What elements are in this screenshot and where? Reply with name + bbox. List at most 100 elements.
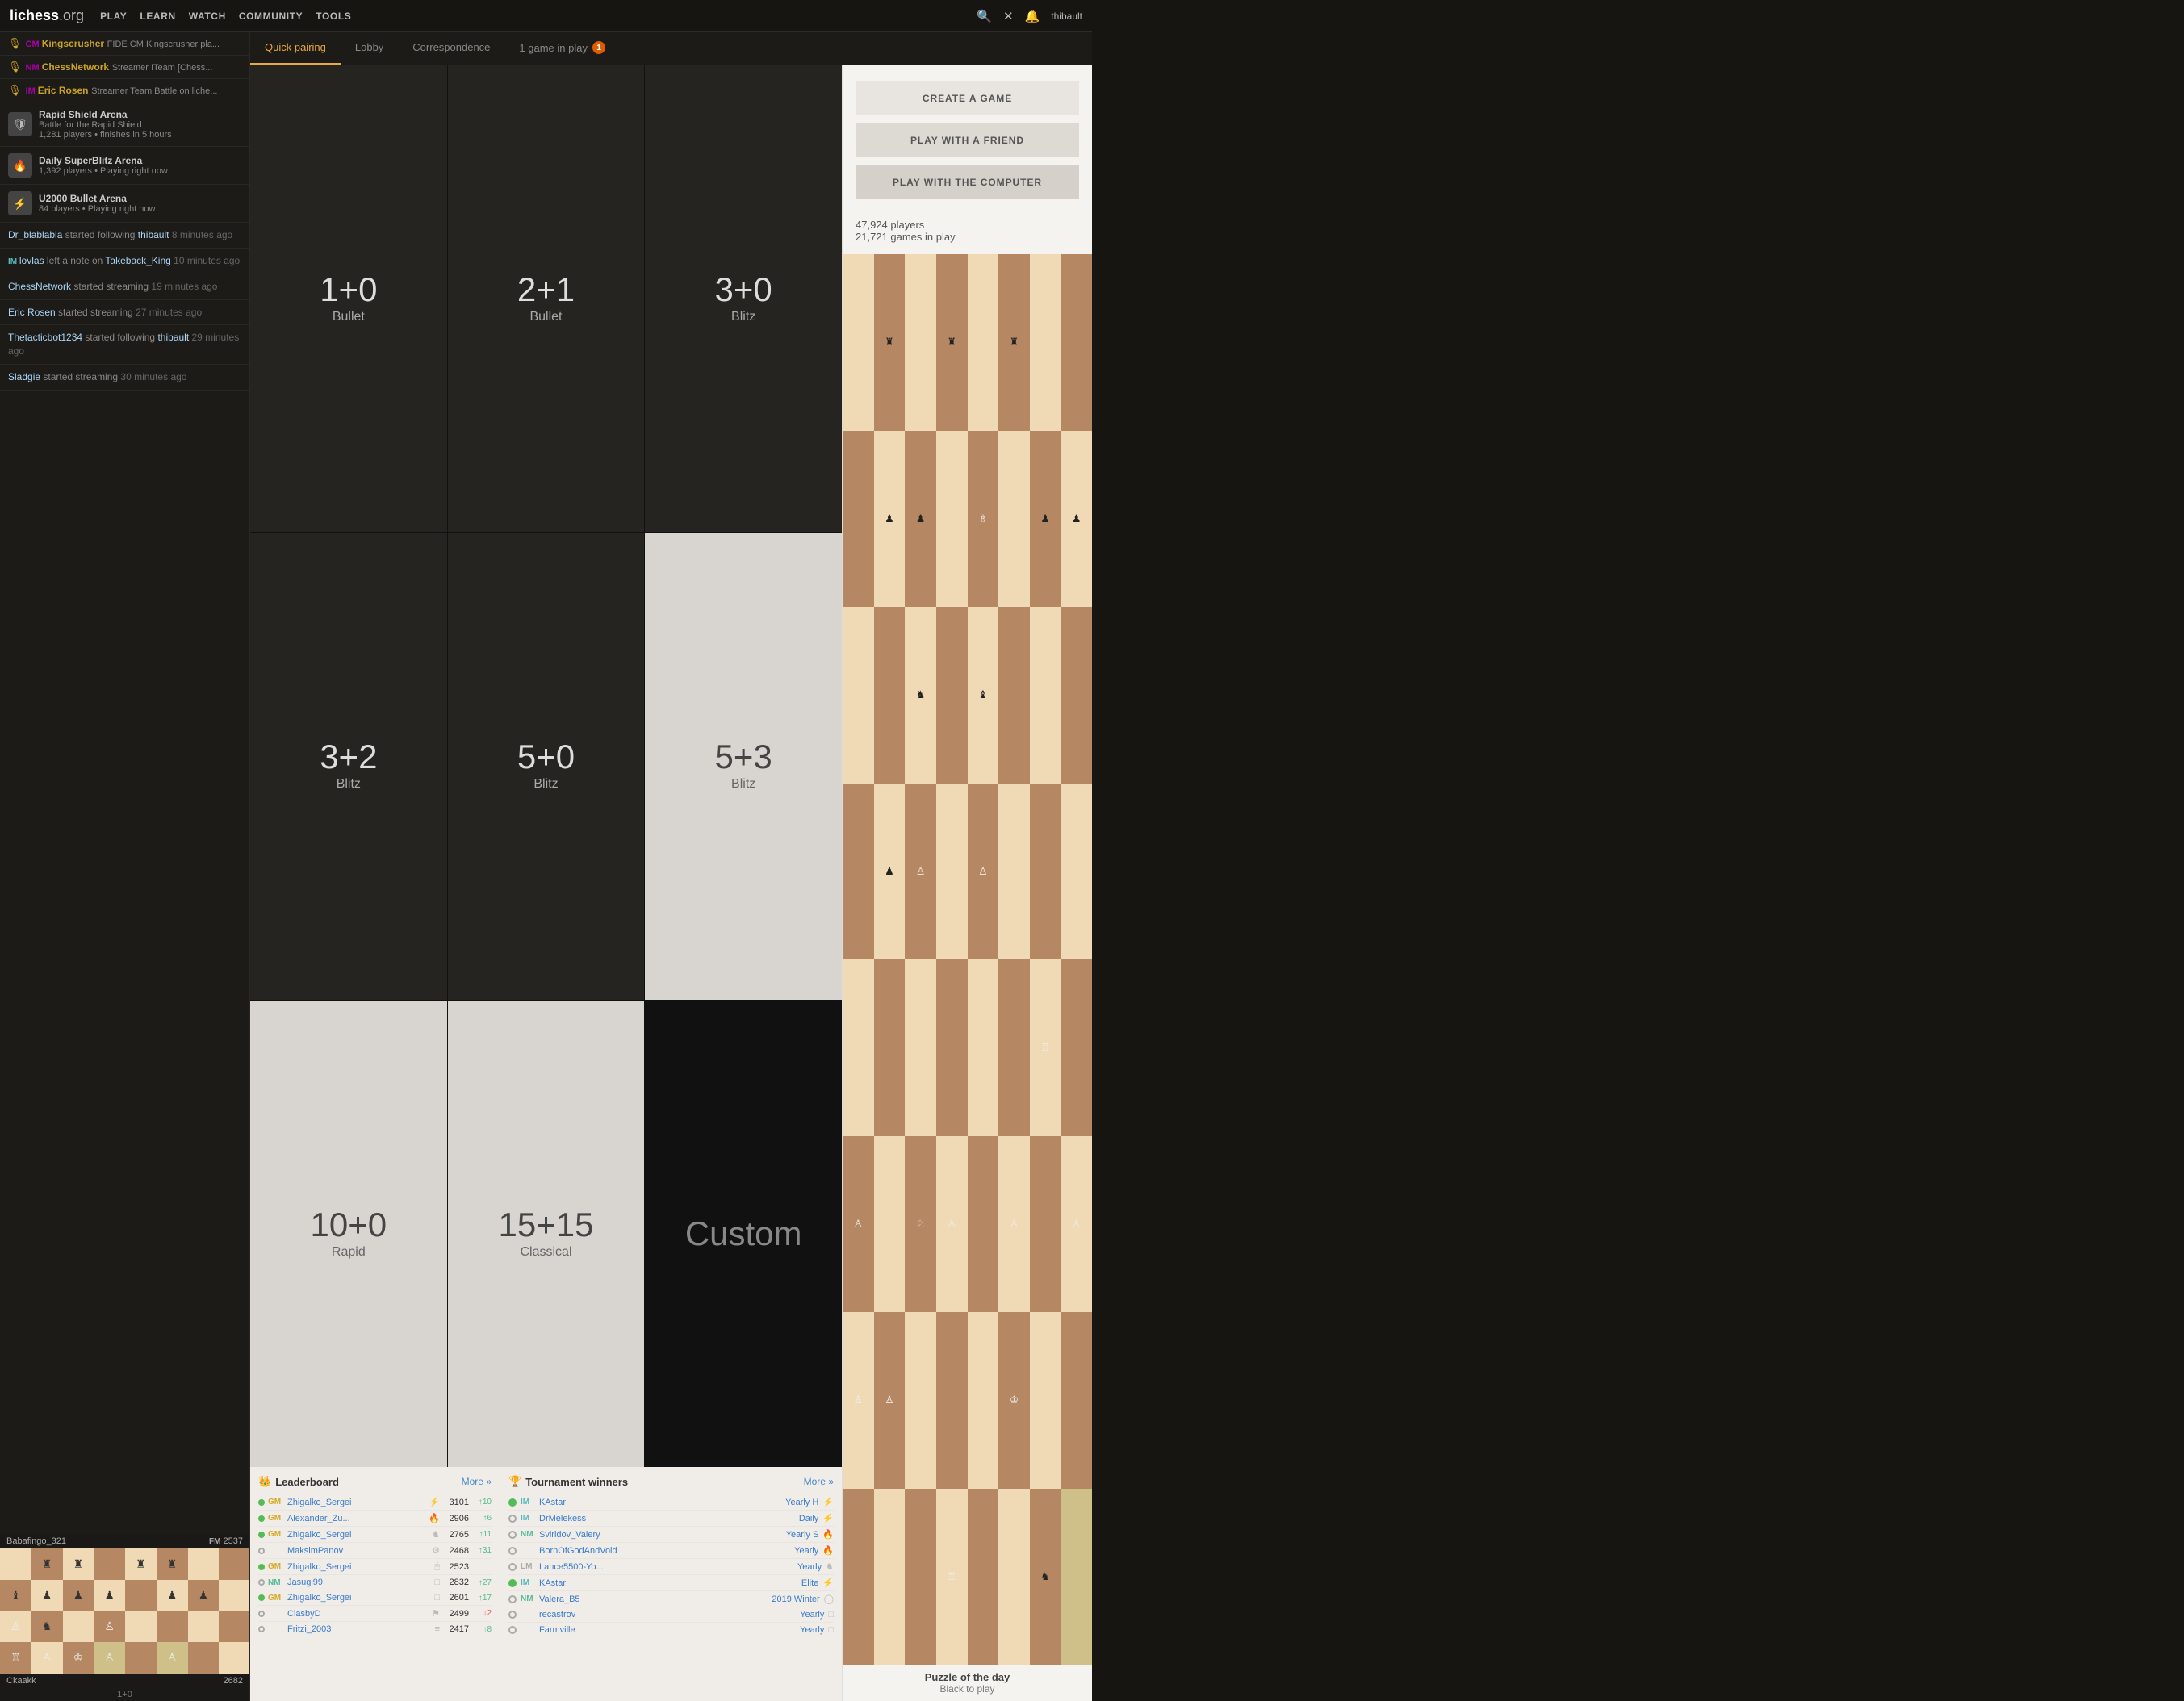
activity-user-3[interactable]: ChessNetwork [8, 281, 71, 292]
nav-learn[interactable]: LEARN [140, 10, 175, 22]
activity-target-1[interactable]: thibault [138, 229, 169, 240]
activity-user-2[interactable]: lovlas [19, 255, 44, 266]
pairing-cell-3plus2[interactable]: 3+2 Blitz [250, 533, 447, 999]
activity-item-3: ChessNetwork started streaming 19 minute… [0, 274, 249, 300]
tw-row-5[interactable]: LM Lance5500-Yo... Yearly ♞ [508, 1559, 834, 1575]
pairing-cell-10plus0[interactable]: 10+0 Rapid [250, 1001, 447, 1467]
tw-name-6[interactable]: KAstar [539, 1578, 797, 1588]
lb-row-2[interactable]: GM Alexander_Zu... 🔥 2906 ↑6 [258, 1511, 492, 1527]
lb-name-2[interactable]: Alexander_Zu... [287, 1514, 425, 1523]
lb-row-5[interactable]: GM Zhigalko_Sergei 🖱 2523 [258, 1559, 492, 1575]
tw-row-6[interactable]: IM KAstar Elite ⚡ [508, 1575, 834, 1591]
content-row: ♞ 1+0 Bullet 2+1 Bullet 3+0 Blitz [250, 65, 1092, 1701]
tw-row-3[interactable]: NM Sviridov_Valery Yearly S 🔥 [508, 1527, 834, 1543]
tw-row-9[interactable]: Farmville Yearly □ [508, 1623, 834, 1637]
tw-row-4[interactable]: BornOfGodAndVoid Yearly 🔥 [508, 1543, 834, 1559]
lb-name-6[interactable]: Jasugi99 [287, 1578, 431, 1587]
lb-row-6[interactable]: NM Jasugi99 □ 2832 ↑27 [258, 1575, 492, 1590]
leaderboard-more[interactable]: More » [462, 1476, 492, 1487]
notification-icon[interactable]: 🔔 [1025, 9, 1040, 23]
tw-name-2[interactable]: DrMelekess [539, 1514, 795, 1523]
tw-name-9[interactable]: Farmville [539, 1625, 796, 1635]
activity-user-1[interactable]: Dr_blablabla [8, 229, 62, 240]
pairing-cell-2plus1[interactable]: 2+1 Bullet [448, 65, 645, 532]
activity-user-4[interactable]: Eric Rosen [8, 307, 56, 318]
tw-row-8[interactable]: recastrov Yearly □ [508, 1607, 834, 1623]
main-layout: 🎙 CM Kingscrusher FIDE CM Kingscrusher p… [0, 32, 1092, 1701]
tab-game-in-play[interactable]: 1 game in play 1 [504, 32, 620, 65]
lb-row-8[interactable]: ClasbyD ⚑ 2499 ↓2 [258, 1606, 492, 1622]
close-icon[interactable]: ✕ [1003, 9, 1014, 23]
tournament-item-1[interactable]: 🛡 Rapid Shield Arena Battle for the Rapi… [0, 102, 249, 147]
lb-name-1[interactable]: Zhigalko_Sergei [287, 1498, 425, 1507]
lb-name-8[interactable]: ClasbyD [287, 1609, 429, 1619]
chess-board-puzzle: ♜♜♜ ♟♟♗♟♟ ♞♝ ♟♙♙ ♖ ♙♘♙♙♙ ♙♙♔ [843, 254, 1092, 1665]
lb-row-3[interactable]: GM Zhigalko_Sergei ♞ 2765 ↑11 [258, 1527, 492, 1543]
search-icon[interactable]: 🔍 [977, 9, 992, 23]
activity-item-4: Eric Rosen started streaming 27 minutes … [0, 300, 249, 326]
activity-user-6[interactable]: Sladgie [8, 371, 40, 382]
play-with-friend-button[interactable]: PLAY WITH A FRIEND [856, 123, 1079, 157]
lb-rating-1: 3101 [443, 1498, 469, 1507]
pairing-cell-5plus0[interactable]: 5+0 Blitz [448, 533, 645, 999]
pairing-label-8: Classical [520, 1245, 571, 1260]
tw-name-3[interactable]: Sviridov_Valery [539, 1530, 782, 1540]
streamer-item-3[interactable]: 🎙 IM Eric Rosen Streamer Team Battle on … [0, 79, 249, 102]
pairing-cell-15plus15[interactable]: 15+15 Classical [448, 1001, 645, 1467]
tw-name-1[interactable]: KAstar [539, 1498, 781, 1507]
pairing-cell-5plus3[interactable]: 5+3 Blitz [645, 533, 842, 999]
tw-name-8[interactable]: recastrov [539, 1610, 796, 1620]
lb-row-9[interactable]: Fritzi_2003 ≡ 2417 ↑8 [258, 1622, 492, 1636]
user-avatar[interactable]: thibault [1051, 10, 1082, 22]
activity-target-2[interactable]: Takeback_King [105, 255, 170, 266]
activity-user-5[interactable]: Thetacticbot1234 [8, 332, 82, 343]
pairing-time-3: 3+0 [715, 273, 772, 307]
tab-correspondence[interactable]: Correspondence [398, 32, 504, 65]
tw-row-7[interactable]: NM Valera_B5 2019 Winter ◯ [508, 1591, 834, 1607]
lb-progress-6: ↑27 [472, 1578, 492, 1587]
tab-lobby[interactable]: Lobby [341, 32, 398, 65]
tw-tournament-8: Yearly [800, 1610, 824, 1620]
pairing-cell-custom[interactable]: Custom [645, 1001, 842, 1467]
lb-row-4[interactable]: MaksimPanov ⚙ 2468 ↑31 [258, 1543, 492, 1559]
lb-row-7[interactable]: GM Zhigalko_Sergei □ 2601 ↑17 [258, 1590, 492, 1606]
puzzle-board[interactable]: ♜♜♜ ♟♟♗♟♟ ♞♝ ♟♙♙ ♖ ♙♘♙♙♙ ♙♙♔ [843, 254, 1092, 1701]
streamer-title-3: IM [26, 86, 38, 96]
tw-row-2[interactable]: IM DrMelekess Daily ⚡ [508, 1511, 834, 1527]
play-with-computer-button[interactable]: PLAY WITH THE COMPUTER [856, 165, 1079, 199]
lb-name-5[interactable]: Zhigalko_Sergei [287, 1562, 431, 1572]
mini-board-player-black: Babafingo_321 FM 2537 [0, 1534, 249, 1548]
activity-target-5[interactable]: thibault [157, 332, 189, 343]
lb-gameicon-4: ⚙ [432, 1545, 440, 1556]
lb-name-7[interactable]: Zhigalko_Sergei [287, 1593, 431, 1603]
tw-more[interactable]: More » [804, 1476, 834, 1487]
streamer-name-2[interactable]: ChessNetwork [42, 61, 109, 73]
tab-quick-pairing[interactable]: Quick pairing [250, 32, 341, 65]
streamer-name-1[interactable]: Kingscrusher [42, 38, 104, 49]
logo[interactable]: lichess.org [10, 7, 84, 24]
tw-row-1[interactable]: IM KAstar Yearly H ⚡ [508, 1494, 834, 1511]
streamer-item-2[interactable]: 🎙 NM ChessNetwork Streamer !Team [Chess.… [0, 56, 249, 79]
tournament-item-2[interactable]: 🔥 Daily SuperBlitz Arena 1,392 players •… [0, 147, 249, 185]
tw-name-5[interactable]: Lance5500-Yo... [539, 1562, 793, 1572]
streamer-item-1[interactable]: 🎙 CM Kingscrusher FIDE CM Kingscrusher p… [0, 32, 249, 56]
tournament-item-3[interactable]: ⚡ U2000 Bullet Arena 84 players • Playin… [0, 185, 249, 223]
pairing-label-1: Bullet [333, 310, 365, 324]
lb-name-3[interactable]: Zhigalko_Sergei [287, 1530, 429, 1540]
create-game-button[interactable]: CREATE A GAME [856, 81, 1079, 115]
tournament-name-2: Daily SuperBlitz Arena [39, 155, 168, 166]
nav-watch[interactable]: WATCH [189, 10, 226, 22]
lb-name-4[interactable]: MaksimPanov [287, 1546, 429, 1556]
nav-tools[interactable]: TOOLS [316, 10, 351, 22]
lb-row-1[interactable]: GM Zhigalko_Sergei ⚡ 3101 ↑10 [258, 1494, 492, 1511]
pairing-cell-1plus0[interactable]: 1+0 Bullet [250, 65, 447, 532]
tw-name-4[interactable]: BornOfGodAndVoid [539, 1546, 790, 1556]
lb-name-9[interactable]: Fritzi_2003 [287, 1624, 432, 1634]
nav-play[interactable]: PLAY [100, 10, 127, 22]
center-area: Quick pairing Lobby Correspondence 1 gam… [250, 32, 1092, 1701]
pairing-cell-3plus0[interactable]: 3+0 Blitz [645, 65, 842, 532]
nav-community[interactable]: COMMUNITY [239, 10, 303, 22]
mini-board[interactable]: Babafingo_321 FM 2537 ♜♜♜♜ ♝♟♟♟♟♟ ♙♞♙ ♖♙… [0, 1534, 249, 1701]
tw-name-7[interactable]: Valera_B5 [539, 1594, 768, 1604]
streamer-name-3[interactable]: Eric Rosen [38, 85, 89, 96]
